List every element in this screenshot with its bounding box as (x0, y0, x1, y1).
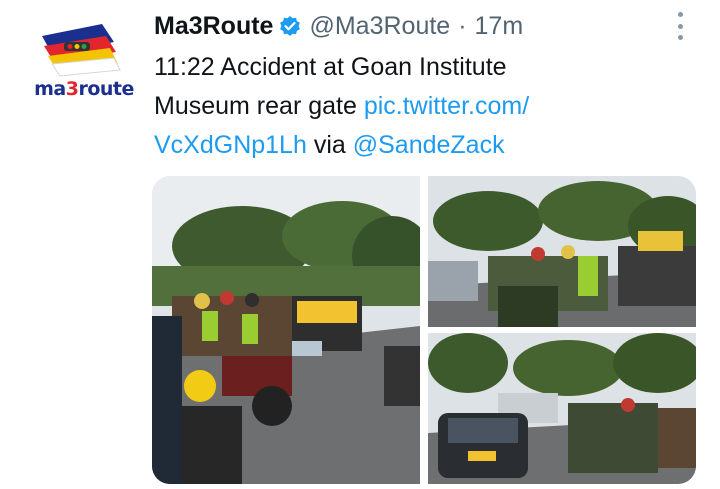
media-link-part2[interactable]: VcXdGNp1Lh (154, 131, 307, 159)
ma3route-logo (42, 24, 121, 77)
display-name[interactable]: Ma3Route (154, 12, 273, 41)
tweet-text: 11:22 Accident at Goan Institute Museum … (154, 48, 674, 165)
accident-photo-2[interactable] (428, 176, 696, 327)
avatar[interactable]: ma3route (22, 14, 134, 112)
tweet-text-line1: 11:22 Accident at Goan Institute (154, 53, 507, 81)
via-text: via (306, 131, 353, 159)
accident-photo-1[interactable] (152, 176, 420, 484)
tweet-timestamp[interactable]: 17m (475, 12, 524, 41)
tweet-text-line2: Museum rear gate (154, 92, 364, 120)
mention-link[interactable]: @SandeZack (353, 131, 505, 159)
media-grid (152, 176, 696, 484)
user-handle[interactable]: @Ma3Route (309, 12, 450, 41)
separator-dot: · (458, 11, 467, 40)
logo-wordmark: ma3route (34, 78, 134, 100)
verified-badge-icon (279, 15, 301, 37)
tweet-header: Ma3Route @Ma3Route · 17m (154, 8, 523, 44)
accident-photo-3[interactable] (428, 333, 696, 484)
media-link-part1[interactable]: pic.twitter.com/ (364, 92, 529, 120)
more-options-icon[interactable] (672, 12, 688, 40)
